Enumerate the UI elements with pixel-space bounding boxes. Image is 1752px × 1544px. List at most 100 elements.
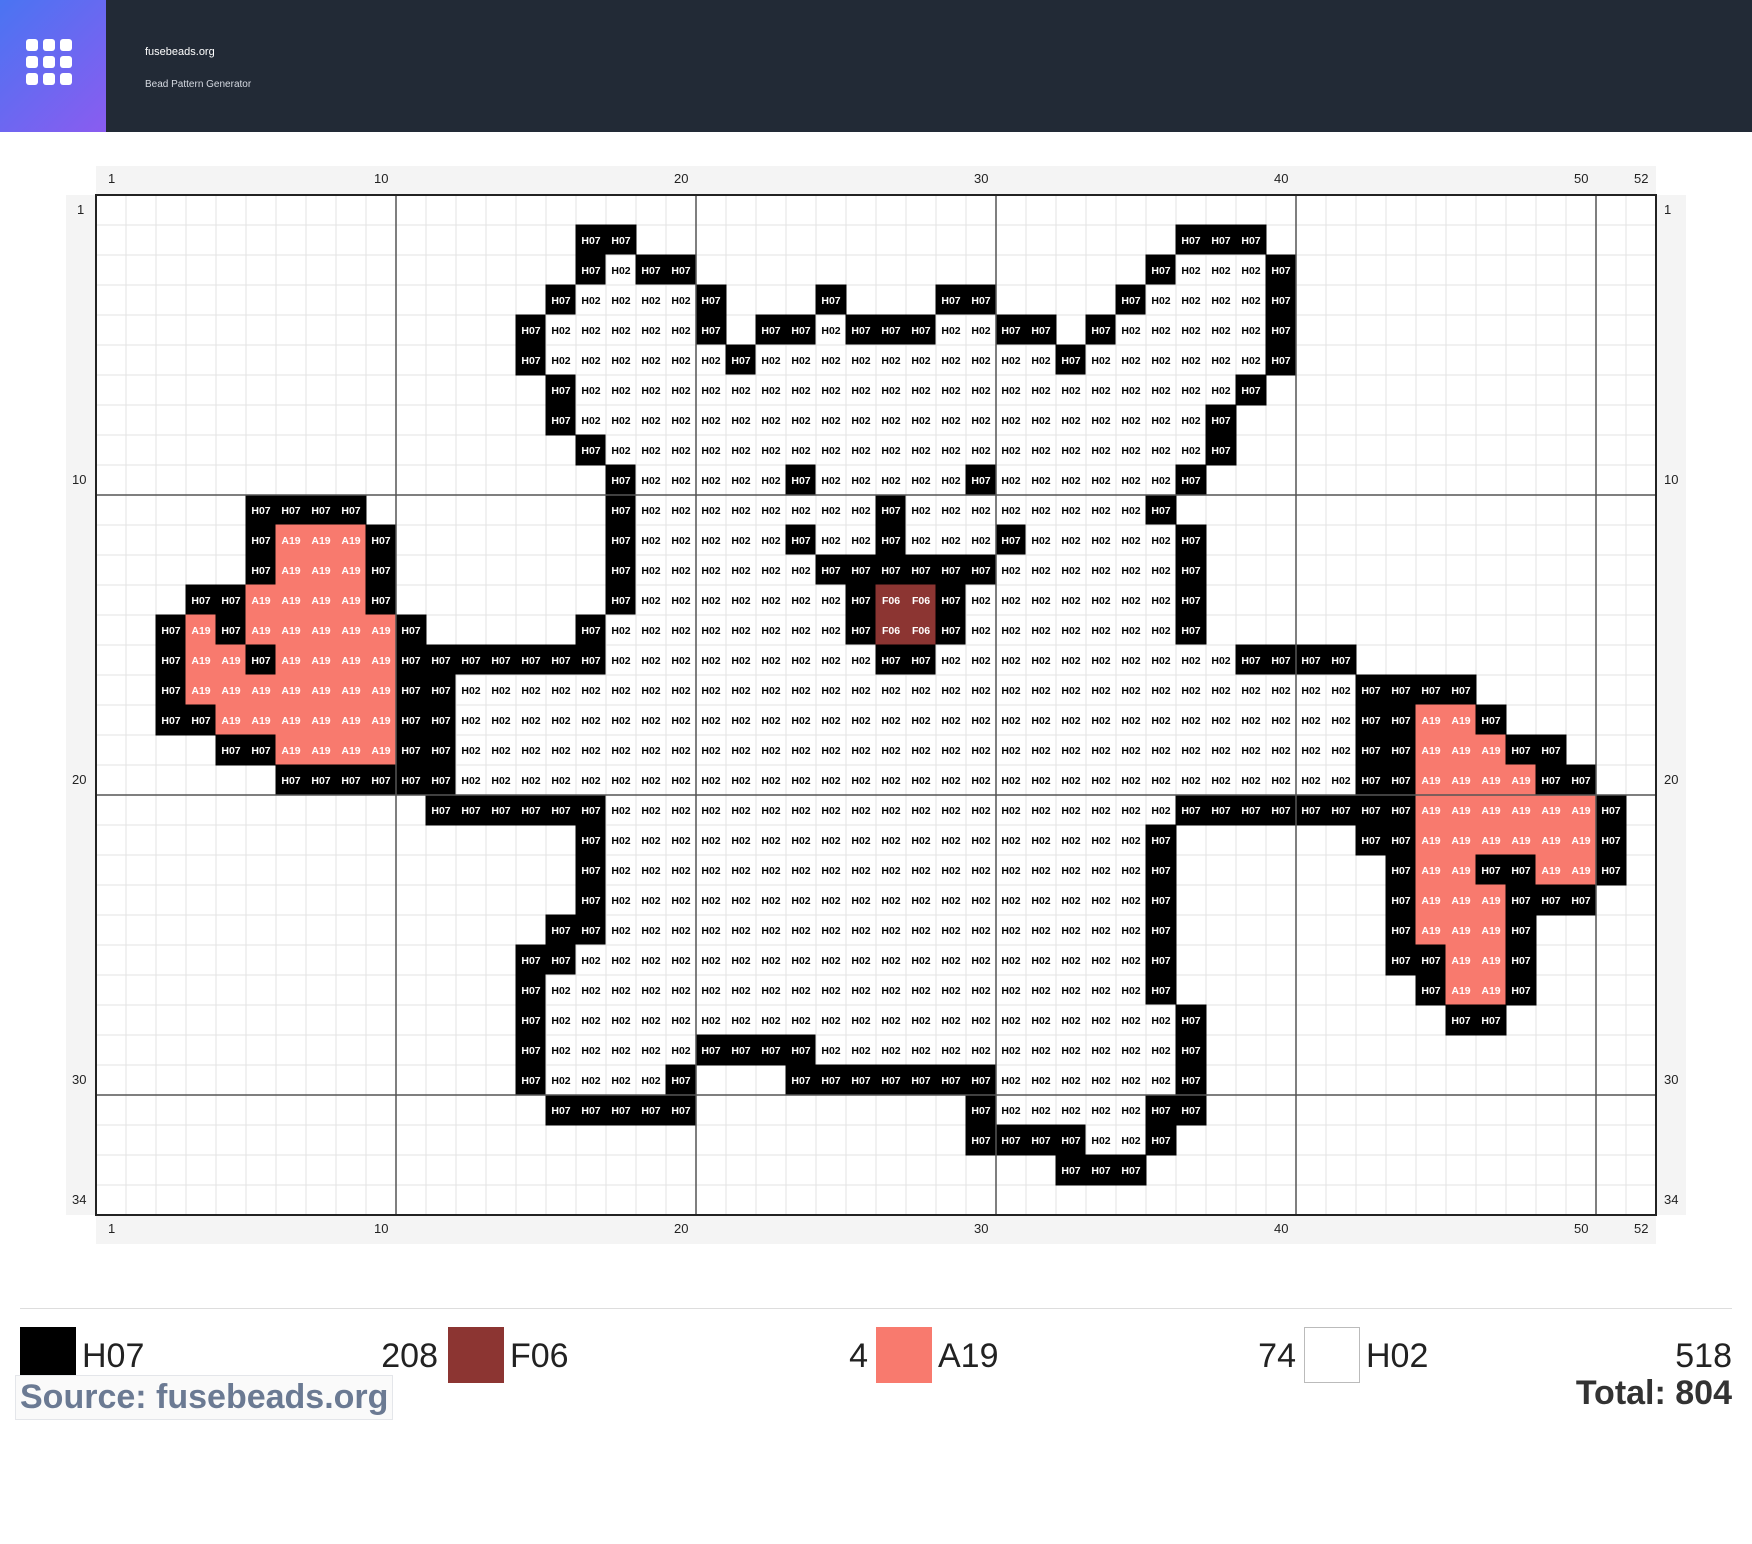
bead-code: H02 [1001,625,1020,637]
bead-code: H02 [851,475,870,487]
bead-code: H02 [701,355,720,367]
bead-code: H02 [1121,715,1140,727]
bead-code: H07 [461,805,480,817]
bead-code: H07 [1061,1135,1080,1147]
bead-code: H07 [1271,805,1290,817]
bead-code: H02 [851,355,870,367]
bead-code: H07 [461,655,480,667]
bead-code: H02 [1061,835,1080,847]
bead-code: H02 [941,685,960,697]
bead-code: H02 [731,655,750,667]
bead-code: H02 [671,895,690,907]
bead-code: H02 [1241,265,1260,277]
bead-code: A19 [1541,805,1560,817]
bead-code: H02 [1061,985,1080,997]
bead-code: A19 [371,625,390,637]
bead-code: H02 [911,895,930,907]
bead-code: H02 [731,865,750,877]
bead-code: H02 [1331,715,1350,727]
bead-code: H02 [611,805,630,817]
bead-code: H02 [851,1015,870,1027]
bead-code: A19 [1451,955,1470,967]
bead-code: H07 [1121,1165,1140,1177]
bead-code: H02 [1151,415,1170,427]
bead-code: H02 [1151,745,1170,757]
bead-code: H07 [221,745,240,757]
bead-code: H02 [1181,745,1200,757]
bead-code: H02 [1031,955,1050,967]
bead-code: H07 [1151,265,1170,277]
bead-code: H02 [701,835,720,847]
bead-code: H07 [1421,685,1440,697]
bead-code: H02 [671,445,690,457]
bead-code: H02 [1001,655,1020,667]
bead-code: H02 [1211,325,1230,337]
bead-code: H07 [911,565,930,577]
bead-code: H02 [941,955,960,967]
bead-code: H02 [701,415,720,427]
bead-code: H02 [1181,655,1200,667]
bead-code: H02 [1181,355,1200,367]
bead-code: A19 [281,565,300,577]
bead-code: H02 [671,565,690,577]
bead-code: H02 [1151,535,1170,547]
bead-code: H02 [761,445,780,457]
bead-code: H02 [851,745,870,757]
bead-cells[interactable]: H07 H07 H07 H07 H07 H07 H02 H07 H07 H07 H02 H02 H02 H… [155,224,1627,1186]
bead-code: H07 [521,1075,540,1087]
bead-code: H02 [1301,775,1320,787]
bead-code: H02 [821,325,840,337]
bead-code: H02 [1031,745,1050,757]
bead-code: H02 [731,1015,750,1027]
bead-code: H07 [1001,1135,1020,1147]
bead-code: H02 [1031,445,1050,457]
bead-code: H02 [1091,445,1110,457]
bead-code: H07 [221,595,240,607]
bead-code: H07 [1301,805,1320,817]
bead-code: H02 [1031,505,1050,517]
bead-code: H02 [611,295,630,307]
bead-code: H02 [1211,715,1230,727]
bead-code: H02 [881,685,900,697]
bead-code: H02 [911,715,930,727]
bead-code: H02 [701,805,720,817]
bead-code: H02 [641,355,660,367]
bead-code: H07 [941,595,960,607]
bead-code: H07 [551,655,570,667]
bead-code: H02 [761,865,780,877]
bead-code: H02 [821,445,840,457]
bead-code: H02 [521,745,540,757]
bead-code: A19 [1451,895,1470,907]
bead-code: H02 [1031,595,1050,607]
bead-code: H02 [761,475,780,487]
bead-code: H02 [701,655,720,667]
bead-code: H07 [941,565,960,577]
bead-code: H02 [1211,745,1230,757]
bead-code: H02 [821,955,840,967]
bead-code: H02 [1091,1105,1110,1117]
bead-code: A19 [1451,775,1470,787]
bead-code: H07 [1181,535,1200,547]
bead-code: H07 [1241,385,1260,397]
bead-code: H02 [671,355,690,367]
source-link[interactable]: Source: fusebeads.org [15,1375,394,1420]
bead-code: H02 [1031,715,1050,727]
bead-code: H02 [911,505,930,517]
bead-code: H02 [941,355,960,367]
bead-code: H07 [1181,565,1200,577]
bead-code: H07 [581,445,600,457]
bead-code: H02 [1151,775,1170,787]
bead-code: H07 [1271,355,1290,367]
bead-code: A19 [1451,835,1470,847]
bead-code: H07 [1391,955,1410,967]
bead-code: H02 [971,595,990,607]
bead-code: H07 [1541,895,1560,907]
bead-code: A19 [1451,925,1470,937]
bead-pattern-grid[interactable]: H07 H07 H07 H07 H07 H07 H02 H07 H07 H07 H02 H02 H02 H… [0,0,1752,1300]
bead-code: H02 [671,655,690,667]
bead-code: H02 [1151,685,1170,697]
bead-code: H07 [791,1045,810,1057]
bead-code: H07 [1271,655,1290,667]
bead-code: H02 [911,955,930,967]
bead-code: H02 [881,415,900,427]
